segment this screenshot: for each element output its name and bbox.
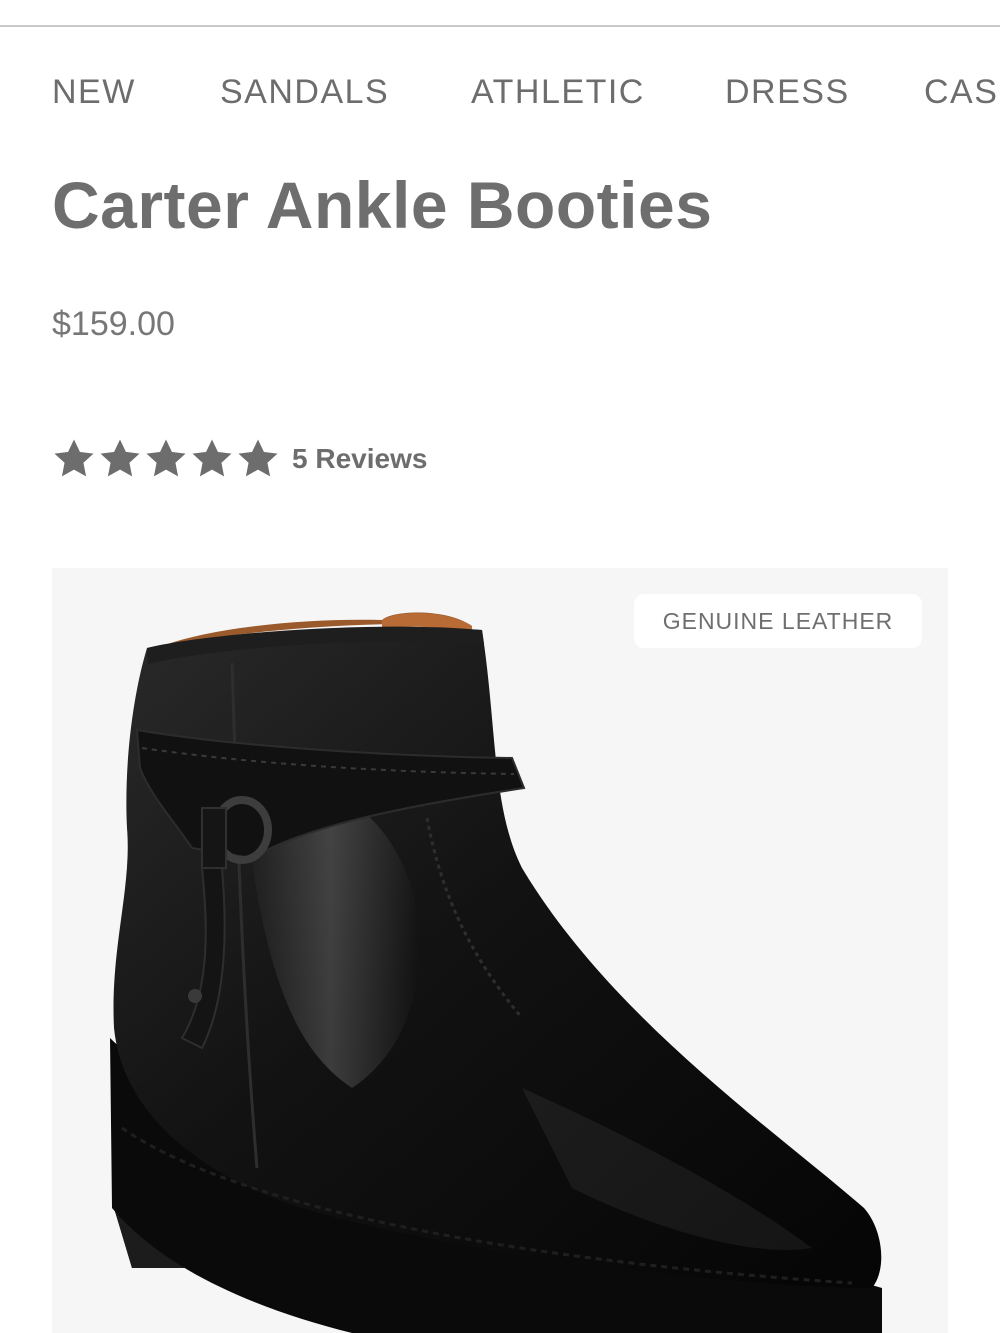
- nav-item-casual[interactable]: CAS: [924, 70, 998, 114]
- category-nav: NEW SANDALS ATHLETIC DRESS CAS: [0, 70, 1000, 118]
- product-price: $159.00: [52, 305, 175, 343]
- nav-item-athletic[interactable]: ATHLETIC: [471, 70, 645, 114]
- top-divider: [0, 25, 1000, 27]
- star-icon: [100, 439, 140, 477]
- product-image[interactable]: GENUINE LEATHER: [52, 568, 948, 1333]
- star-icon: [54, 439, 94, 477]
- star-icon: [192, 439, 232, 477]
- nav-item-new[interactable]: NEW: [52, 70, 136, 114]
- nav-item-dress[interactable]: DRESS: [725, 70, 850, 114]
- nav-item-sandals[interactable]: SANDALS: [220, 70, 389, 114]
- reviews-link[interactable]: 5 Reviews: [292, 443, 427, 475]
- star-rating[interactable]: [52, 437, 282, 481]
- genuine-leather-badge: GENUINE LEATHER: [634, 594, 922, 648]
- product-title: Carter Ankle Booties: [52, 168, 713, 242]
- star-icon: [146, 439, 186, 477]
- boot-image: [110, 612, 882, 1333]
- product-rating: 5 Reviews: [52, 434, 427, 484]
- star-icon: [238, 439, 278, 477]
